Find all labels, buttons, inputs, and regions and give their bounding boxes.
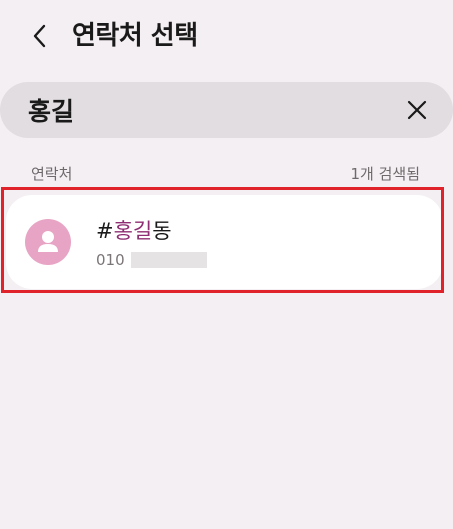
app-bar: 연락처 선택 xyxy=(0,0,453,74)
section-label: 연락처 xyxy=(31,165,73,183)
close-icon xyxy=(407,100,427,120)
page-title: 연락처 선택 xyxy=(72,21,198,51)
search-input[interactable] xyxy=(28,90,388,130)
chevron-left-icon xyxy=(33,24,46,48)
selection-highlight-frame xyxy=(1,187,444,293)
back-button[interactable] xyxy=(22,18,58,54)
search-bar xyxy=(0,82,453,138)
clear-search-button[interactable] xyxy=(399,92,435,128)
result-count: 1개 검색됨 xyxy=(350,165,420,183)
